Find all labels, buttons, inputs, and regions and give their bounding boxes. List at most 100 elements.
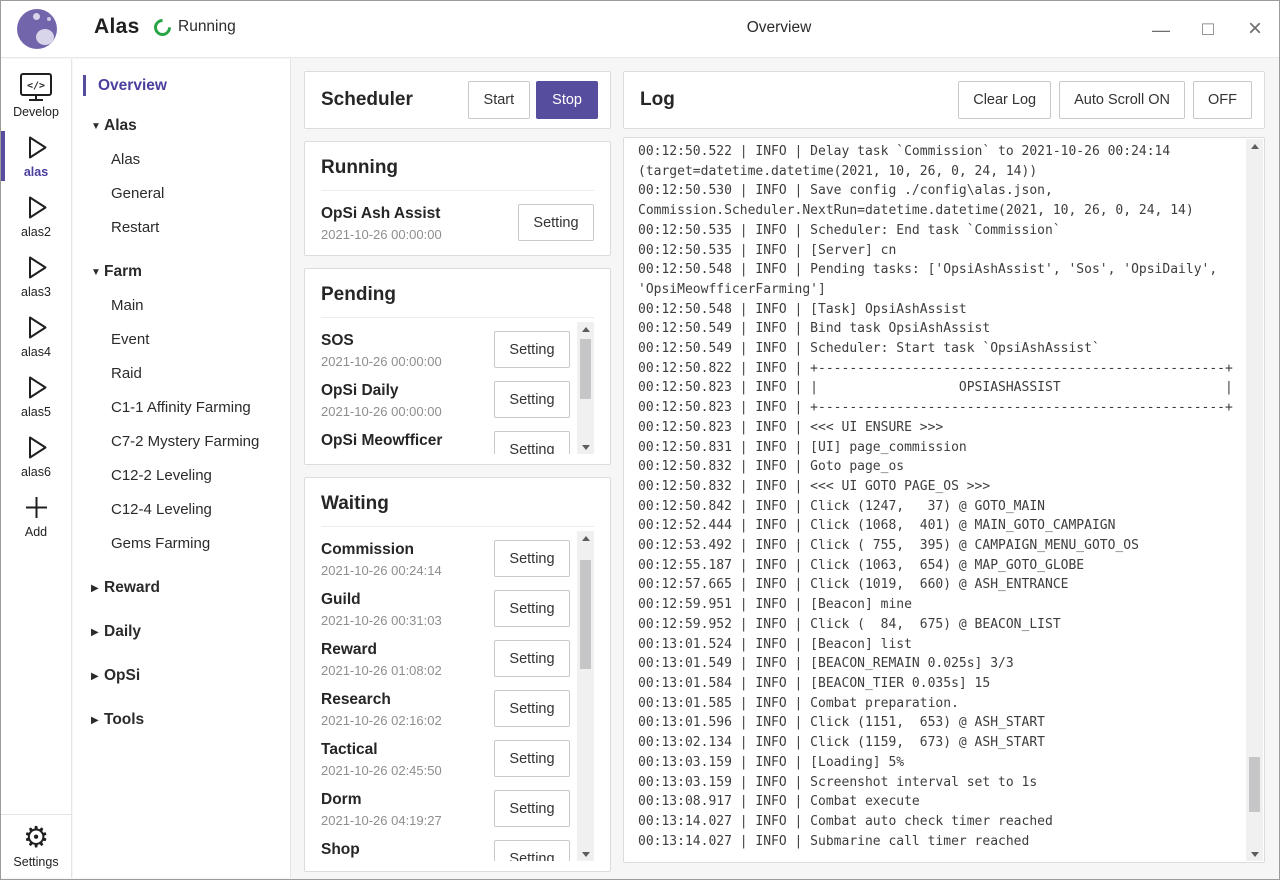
nav-item-label: Raid [111,365,142,382]
nav-item[interactable]: Restart [73,211,290,245]
app-window: Alas Running Overview — □ × </> [0,0,1280,880]
log-line: 00:12:59.951 | INFO | [Beacon] mine [638,595,1238,615]
log-line: 00:12:50.548 | INFO | Pending tasks: ['O… [638,260,1238,299]
log-line: 00:12:57.665 | INFO | Click (1019, 660) … [638,575,1238,595]
rail-item[interactable]: </> [1,306,71,366]
log-line: 00:13:02.134 | INFO | Click (1159, 673) … [638,733,1238,753]
nav-item[interactable]: Alas [73,143,290,177]
nav-item[interactable]: ▶Tools [73,703,290,737]
task-setting-button[interactable]: Setting [494,640,570,677]
content-area: Scheduler Start Stop Running OpSi Ash As… [292,59,1278,878]
nav-item[interactable]: Main [73,289,290,323]
nav-item-label: C12-2 Leveling [111,467,212,484]
rail-item-label: Develop [13,105,59,119]
task-setting-button[interactable]: Setting [494,431,570,454]
scheduler-title: Scheduler [321,89,462,111]
scrollbar-thumb[interactable] [1249,757,1260,813]
scrollbar-thumb[interactable] [580,339,591,399]
nav-item[interactable]: ▼Farm [73,255,290,289]
log-line: 00:13:01.524 | INFO | [Beacon] list [638,635,1238,655]
task-setting-button[interactable]: Setting [494,331,570,368]
waiting-scrollbar[interactable] [577,531,594,861]
play-icon [21,132,52,163]
nav-item[interactable]: ▼Alas [73,109,290,143]
rail-item[interactable]: </> [1,246,71,306]
minimize-icon[interactable]: — [1151,21,1171,39]
scrollbar-thumb[interactable] [580,560,591,669]
nav-item[interactable]: Raid [73,357,290,391]
scroll-up-arrow-icon[interactable] [577,531,594,545]
task-row: OpSi Ash Assist 2021-10-26 00:00:00 Sett… [321,195,594,245]
log-line: 00:13:14.027 | INFO | Submarine call tim… [638,832,1238,852]
task-row: Research 2021-10-26 02:16:02 Setting [321,681,570,731]
tree-arrow-icon: ▼ [91,110,104,144]
log-panel: 00:12:50.522 | INFO | Delay task `Commis… [623,137,1265,863]
nav-item[interactable]: C12-2 Leveling [73,459,290,493]
nav-item[interactable]: C7-2 Mystery Farming [73,425,290,459]
start-button[interactable]: Start [468,81,531,119]
log-line: 00:12:52.444 | INFO | Click (1068, 401) … [638,516,1238,536]
task-row: Shop Setting [321,831,570,861]
task-setting-button[interactable]: Setting [494,740,570,777]
scroll-down-arrow-icon[interactable] [1246,847,1263,861]
nav-item-label: C7-2 Mystery Farming [111,433,259,450]
nav-item[interactable]: ▶Reward [73,571,290,605]
nav-item[interactable]: C12-4 Leveling [73,493,290,527]
task-setting-button[interactable]: Setting [494,790,570,827]
close-icon[interactable]: × [1245,17,1265,41]
auto-scroll-on-button[interactable]: Auto Scroll ON [1059,81,1185,119]
nav-item[interactable]: General [73,177,290,211]
titlebar: Alas Running Overview — □ × [1,1,1279,58]
task-setting-button[interactable]: Setting [494,540,570,577]
stop-button[interactable]: Stop [536,81,598,119]
task-next-run-time: 2021-10-26 04:19:27 [321,813,494,828]
nav-item-label: Alas [104,117,137,134]
waiting-title: Waiting [321,492,594,527]
play-icon [21,312,52,343]
task-row: OpSi Daily 2021-10-26 00:00:00 Setting [321,372,570,422]
task-setting-button[interactable]: Setting [494,690,570,727]
maximize-icon[interactable]: □ [1198,20,1218,39]
rail-item[interactable]: </> [1,426,71,486]
auto-scroll-off-button[interactable]: OFF [1193,81,1252,119]
task-next-run-time: 2021-10-26 01:08:02 [321,663,494,678]
task-next-run-time: 2021-10-26 00:00:00 [321,404,494,419]
scroll-up-arrow-icon[interactable] [577,322,594,336]
pending-scrollbar[interactable] [577,322,594,454]
rail-item[interactable]: </> [1,66,71,126]
scroll-down-arrow-icon[interactable] [577,847,594,861]
clear-log-button[interactable]: Clear Log [958,81,1051,119]
nav-item[interactable]: Gems Farming [73,527,290,561]
log-line: 00:12:50.823 | INFO | | OPSIASHASSIST | [638,378,1238,398]
nav-item[interactable]: Event [73,323,290,357]
task-setting-button[interactable]: Setting [518,204,594,241]
nav-item-overview[interactable]: Overview [83,72,290,99]
task-name: OpSi Daily [321,380,483,401]
log-column: Log Clear Log Auto Scroll ON OFF 00:12:5… [623,71,1265,863]
nav-item[interactable]: C1-1 Affinity Farming [73,391,290,425]
log-line: 00:13:03.159 | INFO | Screenshot interva… [638,773,1238,793]
nav-item[interactable]: ▶OpSi [73,659,290,693]
rail-item[interactable]: </> [1,126,71,186]
task-setting-button[interactable]: Setting [494,590,570,627]
settings-label: Settings [13,855,58,869]
log-header: Log Clear Log Auto Scroll ON OFF [623,71,1265,129]
log-line: 00:13:01.585 | INFO | Combat preparation… [638,694,1238,714]
rail-item[interactable]: </> [1,486,71,546]
task-setting-button[interactable]: Setting [494,840,570,861]
task-setting-button[interactable]: Setting [494,381,570,418]
nav-item-label: Restart [111,219,159,236]
task-next-run-time: 2021-10-26 00:00:00 [321,227,518,242]
scroll-up-arrow-icon[interactable] [1246,139,1263,153]
rail-item[interactable]: </> [1,366,71,426]
rail-item[interactable]: </> [1,186,71,246]
task-name: Dorm [321,789,483,810]
window-controls: — □ × [1151,1,1265,58]
log-scrollbar[interactable] [1246,139,1263,861]
scroll-down-arrow-icon[interactable] [577,440,594,454]
rail-item-settings[interactable]: ⚙ Settings [1,814,71,878]
running-spinner-icon [150,15,174,39]
nav-item[interactable]: ▶Daily [73,615,290,649]
log-line: 00:13:01.596 | INFO | Click (1151, 653) … [638,713,1238,733]
log-line: 00:12:50.842 | INFO | Click (1247, 37) @… [638,497,1238,517]
